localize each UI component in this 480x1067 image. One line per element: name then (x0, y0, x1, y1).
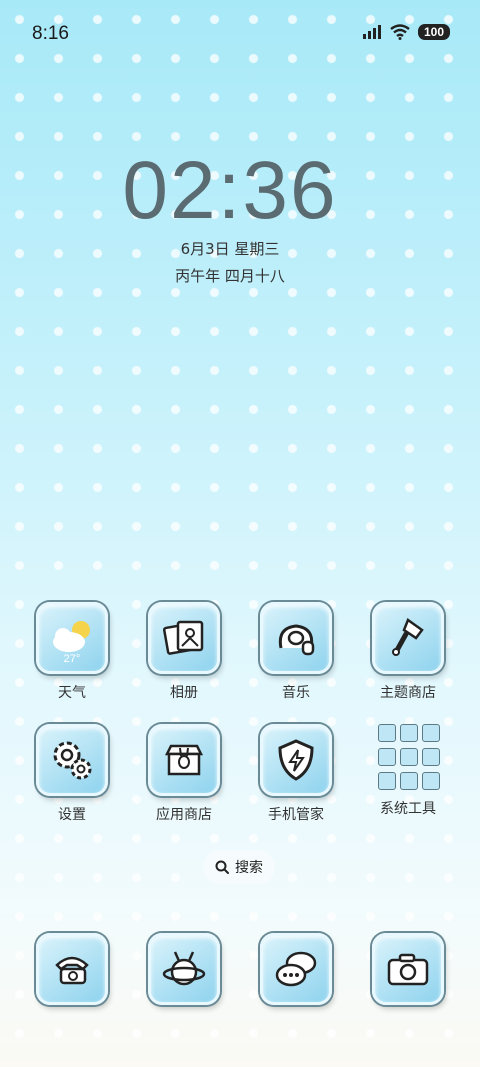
weather-icon (53, 621, 90, 652)
phone-icon (55, 956, 89, 985)
weather-temperature: 27° (63, 653, 81, 665)
search-icon (215, 860, 229, 874)
app-label: 主题商店 (380, 685, 436, 701)
dock-camera[interactable] (352, 933, 464, 1005)
battery-indicator: 100 (417, 24, 450, 40)
clock-lunar-date: 丙午年 四月十八 (175, 267, 285, 285)
app-label: 音乐 (282, 685, 310, 701)
app-theme-store[interactable]: 主题商店 (352, 602, 464, 702)
clock-time: 02:36 (122, 145, 338, 236)
app-label: 系统工具 (380, 801, 436, 817)
camera-icon (387, 953, 429, 986)
status-bar: 8:16 100 (0, 0, 480, 66)
browser-icon (162, 951, 206, 986)
app-gallery[interactable]: 相册 (128, 602, 240, 702)
dock-messages[interactable] (240, 933, 352, 1005)
app-phone-manager[interactable]: 手机管家 (240, 724, 352, 824)
clock-date: 6月3日 星期三 (180, 240, 280, 258)
app-label: 设置 (58, 807, 86, 823)
shop-icon (164, 744, 204, 776)
search-label: 搜索 (235, 860, 263, 876)
app-weather[interactable]: 27° 天气 (16, 602, 128, 702)
headphones-icon (278, 624, 315, 656)
gear-icon (53, 741, 92, 780)
app-label: 相册 (170, 685, 198, 701)
search-button[interactable]: 搜索 (203, 850, 275, 884)
dock-phone[interactable] (16, 933, 128, 1005)
app-label: 应用商店 (156, 807, 212, 823)
shield-icon (278, 739, 314, 781)
clock-widget[interactable]: 02:36 6月3日 星期三 丙午年 四月十八 (0, 150, 480, 286)
signal-icon (362, 25, 381, 39)
messages-icon (275, 951, 317, 987)
app-app-store[interactable]: 应用商店 (128, 724, 240, 824)
app-music[interactable]: 音乐 (240, 602, 352, 702)
app-label: 手机管家 (268, 807, 324, 823)
app-system-tools[interactable]: 系统工具 (352, 724, 464, 818)
status-time: 8:16 (32, 23, 69, 44)
photo-album-icon (162, 620, 204, 655)
folder-icon (378, 724, 440, 790)
paintbrush-icon (392, 618, 424, 656)
dock-browser[interactable] (128, 933, 240, 1005)
app-label: 天气 (58, 685, 86, 701)
app-settings[interactable]: 设置 (16, 724, 128, 824)
wifi-icon (390, 24, 410, 40)
